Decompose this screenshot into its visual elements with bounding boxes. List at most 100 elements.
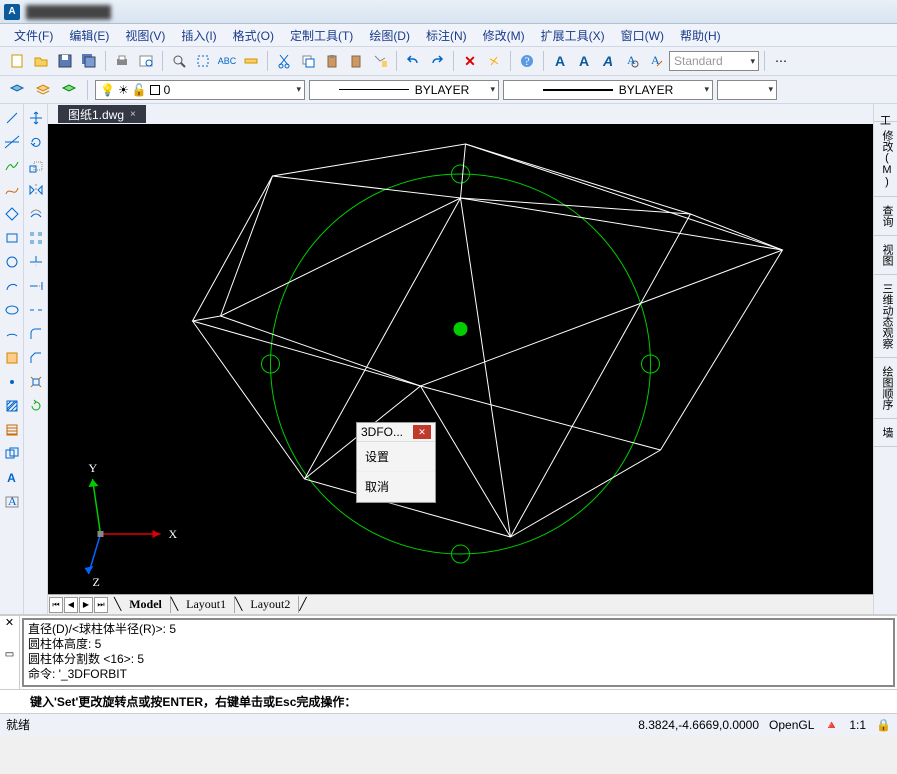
tab-first-icon[interactable]: ⏮ xyxy=(49,597,63,613)
copy-button[interactable] xyxy=(297,50,319,72)
mirror-tool[interactable] xyxy=(26,180,46,200)
context-title-bar[interactable]: 3DFO... ✕ xyxy=(357,423,435,442)
spline-tool[interactable] xyxy=(2,180,22,200)
scale-tool[interactable] xyxy=(26,156,46,176)
textstyle-find[interactable]: A xyxy=(621,50,643,72)
print-button[interactable] xyxy=(111,50,133,72)
menu-edit[interactable]: 编辑(E) xyxy=(63,25,115,46)
layer-combo[interactable]: 💡 ☀ 🔓 0 xyxy=(95,80,305,100)
status-annoscale-icon[interactable]: 🔒 xyxy=(876,718,891,732)
offset-tool[interactable] xyxy=(26,204,46,224)
tab-next-icon[interactable]: ▶ xyxy=(79,597,93,613)
ruler-button[interactable] xyxy=(240,50,262,72)
close-tab-icon[interactable]: × xyxy=(130,109,136,120)
menu-help[interactable]: 帮助(H) xyxy=(674,25,727,46)
line-tool[interactable] xyxy=(2,108,22,128)
command-output[interactable]: 直径(D)/<球柱体半径(R)>: 5 圆柱体高度: 5 圆柱体分割数 <16>… xyxy=(22,618,895,687)
menu-ext[interactable]: 扩展工具(X) xyxy=(535,25,611,46)
textstyle-edit[interactable]: A xyxy=(645,50,667,72)
arc-tool[interactable] xyxy=(2,276,22,296)
redo-button[interactable] xyxy=(426,50,448,72)
layer-tool1[interactable] xyxy=(6,79,28,101)
textstyle-combo[interactable]: Standard xyxy=(669,51,759,71)
fillet-tool[interactable] xyxy=(26,324,46,344)
status-scale[interactable]: 1:1 xyxy=(849,718,866,732)
hatch-tool[interactable] xyxy=(2,396,22,416)
array-tool[interactable] xyxy=(26,228,46,248)
menu-format[interactable]: 格式(O) xyxy=(227,25,280,46)
cmd-dock-icon[interactable]: ▭ xyxy=(5,649,14,660)
panel-tab-draworder[interactable]: 绘图顺序 xyxy=(874,358,897,419)
panel-tab-query[interactable]: 查询 xyxy=(874,197,897,236)
text-tool[interactable]: A xyxy=(2,468,22,488)
menu-insert[interactable]: 插入(I) xyxy=(175,25,222,46)
block-tool[interactable] xyxy=(2,348,22,368)
polygon-tool[interactable] xyxy=(2,204,22,224)
move-tool[interactable] xyxy=(26,108,46,128)
save-button[interactable] xyxy=(54,50,76,72)
context-item-settings[interactable]: 设置 xyxy=(357,442,435,472)
trim-tool[interactable] xyxy=(26,252,46,272)
textstyle-a1[interactable]: A xyxy=(549,50,571,72)
rotate-tool[interactable] xyxy=(26,132,46,152)
tab-layout1[interactable]: Layout1 xyxy=(178,596,235,613)
explode-tool[interactable] xyxy=(26,372,46,392)
tab-layout2[interactable]: Layout2 xyxy=(242,596,299,613)
tab-model[interactable]: Model xyxy=(121,596,171,613)
pline-tool[interactable] xyxy=(2,156,22,176)
menu-view[interactable]: 视图(V) xyxy=(119,25,171,46)
saveall-button[interactable] xyxy=(78,50,100,72)
more-button[interactable]: ⋯ xyxy=(770,50,792,72)
panel-tab-view[interactable]: 视图 xyxy=(874,236,897,275)
tab-last-icon[interactable]: ⏭ xyxy=(94,597,108,613)
menu-window[interactable]: 窗口(W) xyxy=(615,25,670,46)
new-button[interactable] xyxy=(6,50,28,72)
context-close-icon[interactable]: ✕ xyxy=(413,425,431,439)
menu-draw[interactable]: 绘图(D) xyxy=(363,25,416,46)
preview-button[interactable] xyxy=(135,50,157,72)
linetype-combo[interactable]: BYLAYER xyxy=(309,80,499,100)
command-prompt[interactable]: 键入'Set'更改旋转点或按ENTER，右键单击或Esc完成操作： xyxy=(0,689,897,713)
cmd-close-icon[interactable]: ✕ xyxy=(5,616,14,629)
point-tool[interactable] xyxy=(2,372,22,392)
ellipse-tool[interactable] xyxy=(2,300,22,320)
delete-button[interactable]: ✕ xyxy=(459,50,481,72)
tab-prev-icon[interactable]: ◀ xyxy=(64,597,78,613)
break-tool[interactable] xyxy=(26,300,46,320)
status-scale-icon[interactable]: 🔺 xyxy=(824,718,839,732)
help-button[interactable]: ? xyxy=(516,50,538,72)
menu-tools[interactable]: 定制工具(T) xyxy=(284,25,359,46)
textstyle-a2[interactable]: A xyxy=(573,50,595,72)
paste-special-button[interactable] xyxy=(345,50,367,72)
color-combo[interactable] xyxy=(717,80,777,100)
mtext-tool[interactable]: A xyxy=(2,492,22,512)
explode-button[interactable] xyxy=(483,50,505,72)
chamfer-tool[interactable] xyxy=(26,348,46,368)
lineweight-combo[interactable]: BYLAYER xyxy=(503,80,713,100)
panel-tab-modify[interactable]: 修改(M) xyxy=(874,122,897,197)
xline-tool[interactable] xyxy=(2,132,22,152)
ellipse-arc-tool[interactable] xyxy=(2,324,22,344)
spell-button[interactable]: ABC xyxy=(216,50,238,72)
open-button[interactable] xyxy=(30,50,52,72)
menu-file[interactable]: 文件(F) xyxy=(8,25,59,46)
undo-button[interactable] xyxy=(402,50,424,72)
extend-tool[interactable] xyxy=(26,276,46,296)
panel-tab-tool[interactable]: 工 xyxy=(874,104,897,122)
panel-tab-wall[interactable]: 墙 xyxy=(874,419,897,447)
region-tool[interactable] xyxy=(2,444,22,464)
match-button[interactable] xyxy=(369,50,391,72)
select-button[interactable] xyxy=(192,50,214,72)
doc-tab[interactable]: 图纸1.dwg × xyxy=(58,105,146,123)
rect-tool[interactable] xyxy=(2,228,22,248)
layer-tool2[interactable] xyxy=(32,79,54,101)
cut-button[interactable] xyxy=(273,50,295,72)
textstyle-a3[interactable]: A xyxy=(597,50,619,72)
viewport[interactable]: X Y Z 3DFO... ✕ 设置 取消 xyxy=(48,124,873,594)
context-item-cancel[interactable]: 取消 xyxy=(357,472,435,502)
menu-dim[interactable]: 标注(N) xyxy=(420,25,473,46)
panel-tab-3dorbit[interactable]: 三维动态观察 xyxy=(874,275,897,358)
hatch2-tool[interactable] xyxy=(2,420,22,440)
paste-button[interactable] xyxy=(321,50,343,72)
layer-tool3[interactable] xyxy=(58,79,80,101)
